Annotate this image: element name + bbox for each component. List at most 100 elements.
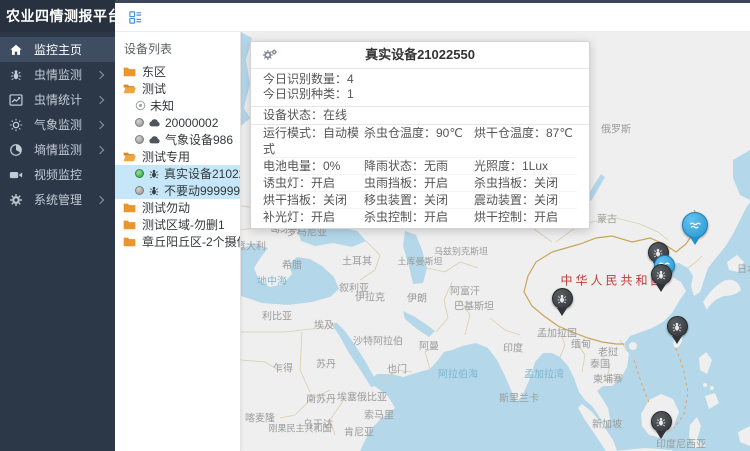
status-dot-offline [135,186,144,195]
tree-device[interactable]: 未知 [115,97,240,114]
gear-icon [9,193,23,207]
folder-icon [123,219,136,230]
pin-tail [656,284,666,292]
popup-grid-row: 烘干挡板：关闭移虫装置：关闭震动装置：关闭 [263,191,577,208]
chevron-right-icon [96,195,104,203]
cloud-device-icon [148,135,161,144]
popup-grid-cell: 烘干控制：开启 [474,209,577,225]
globe-icon [9,143,23,157]
tree-item-label: 测试区域-勿删1 [142,216,225,233]
folder-open-icon [123,83,136,94]
popup-status-grid: 运行模式：自动模式杀虫仓温度：90℃烘干仓温度：87℃电池电量：0%降雨状态：无… [251,125,589,228]
sidebar-menu: 监控主页虫情监测虫情统计气象监测墒情监测视频监控系统管理 [0,32,115,212]
popup-header: 真实设备21022550 [251,42,589,69]
sidebar-item-insect-monitor[interactable]: 虫情监测 [0,62,115,87]
insect-station-marker[interactable] [650,411,672,439]
popup-grid-cell: 烘干仓温度：87℃ [474,125,577,157]
status-dot-online [135,169,144,178]
tree-item-label: 未知 [150,97,174,114]
popup-grid-cell: 烘干挡板：关闭 [263,192,364,208]
sidebar-item-weather-monitor[interactable]: 气象监测 [0,112,115,137]
tree-item-label: 气象设备986 [165,131,233,148]
popup-grid-row: 运行模式：自动模式杀虫仓温度：90℃烘干仓温度：87℃ [263,125,577,157]
folder-icon [123,202,136,213]
sidebar-item-label: 墒情监测 [34,141,97,158]
sidebar-item-system-manage[interactable]: 系统管理 [0,187,115,212]
chevron-right-icon [96,95,104,103]
folder-icon [123,236,136,247]
popup-grid-cell: 移虫装置：关闭 [364,192,474,208]
map[interactable]: 俄罗斯蒙古中华人民共和国捷克乌克兰匈牙利罗马尼亚意大利希腊土耳其哈萨克斯坦乌兹别… [241,32,750,451]
chevron-right-icon [96,145,104,153]
insect-icon [651,411,672,432]
popup-grid-cell: 虫雨挡板：开启 [364,175,474,191]
sidebar-item-label: 气象监测 [34,116,97,133]
sidebar-item-label: 虫情监测 [34,66,97,83]
insect-station-marker[interactable] [650,264,672,292]
popup-grid-cell: 杀虫挡板：关闭 [474,175,577,191]
popup-stats: 今日识别数量：4今日识别种类：1 [251,69,589,104]
moisture-station-marker[interactable] [681,212,709,245]
bug-device-icon [148,168,160,180]
popup-grid-cell: 光照度：1Lux [474,158,577,174]
tree-item-label: 20000002 [165,116,218,130]
sidebar-item-soil-monitor[interactable]: 墒情监测 [0,137,115,162]
popup-grid-cell: 补光灯：开启 [263,209,364,225]
tree-folder[interactable]: 测试勿动 [115,199,240,216]
app-window: 农业四情测报平台 监控主页虫情监测虫情统计气象监测墒情监测视频监控系统管理 设备… [0,0,750,451]
tree-item-label: 章丘阳丘区-2个摄像头 [142,233,240,250]
panel-toggle-icon[interactable] [128,10,143,25]
sidebar-item-label: 视频监控 [34,166,105,183]
popup-grid-cell: 诱虫灯：开启 [263,175,364,191]
app-title: 农业四情测报平台 [0,0,115,32]
tree-device[interactable]: 不要动99999999 [115,182,240,199]
bug-device-icon [148,185,160,197]
tree-folder[interactable]: 东区 [115,63,240,80]
insect-icon [651,264,672,285]
sidebar-item-monitor-home[interactable]: 监控主页 [0,37,115,62]
sidebar-item-insect-stats[interactable]: 虫情统计 [0,87,115,112]
sidebar-item-video-monitor[interactable]: 视频监控 [0,162,115,187]
chevron-right-icon [96,70,104,78]
status-dot-offline [135,135,144,144]
tree-device[interactable]: 气象设备986 [115,131,240,148]
device-list-panel: 设备列表 东区测试未知20000002气象设备986测试专用真实设备210225… [115,32,241,451]
tree-folder[interactable]: 测试专用 [115,148,240,165]
popup-grid-row: 电池电量：0%降雨状态：无雨光照度：1Lux [263,157,577,174]
bug-icon [9,68,23,82]
sidebar-item-label: 系统管理 [34,191,97,208]
chevron-right-icon [96,120,104,128]
target-device-icon [135,100,146,111]
tree-folder[interactable]: 测试区域-勿删1 [115,216,240,233]
tree-folder[interactable]: 测试 [115,80,240,97]
popup-stat-line: 今日识别种类：1 [263,87,577,102]
popup-stat-line: 今日识别数量：4 [263,72,577,87]
popup-grid-cell: 电池电量：0% [263,158,364,174]
pin-tail [656,431,666,439]
tree-device[interactable]: 20000002 [115,114,240,131]
folder-icon [123,66,136,77]
popup-grid-cell: 杀虫控制：开启 [364,209,474,225]
tree-item-label: 不要动99999999 [164,182,240,199]
water-wave-icon [682,212,708,238]
device-tree: 东区测试未知 20000002气象设备986测试专用真实设备21022550不要动… [115,63,240,250]
tree-device[interactable]: 真实设备21022550 [115,165,240,182]
tree-item-label: 测试 [142,80,166,97]
insect-icon [667,316,688,337]
insect-station-marker[interactable] [551,288,573,316]
tree-folder[interactable]: 章丘阳丘区-2个摄像头 [115,233,240,250]
sidebar-item-label: 监控主页 [34,41,105,58]
insect-station-marker[interactable] [666,316,688,344]
pin-tail [690,237,700,245]
pin-tail [672,336,682,344]
device-status-line: 设备状态：在线 [251,106,589,125]
popup-grid-row: 诱虫灯：开启虫雨挡板：开启杀虫挡板：关闭 [263,174,577,191]
sidebar: 农业四情测报平台 监控主页虫情监测虫情统计气象监测墒情监测视频监控系统管理 [0,0,115,451]
popup-grid-cell: 降雨状态：无雨 [364,158,474,174]
status-dot-offline [135,118,144,127]
popup-grid-cell: 震动装置：关闭 [474,192,577,208]
settings-gears-icon[interactable] [261,48,278,65]
popup-title: 真实设备21022550 [251,42,589,68]
video-icon [9,168,23,182]
chart-icon [9,93,23,107]
